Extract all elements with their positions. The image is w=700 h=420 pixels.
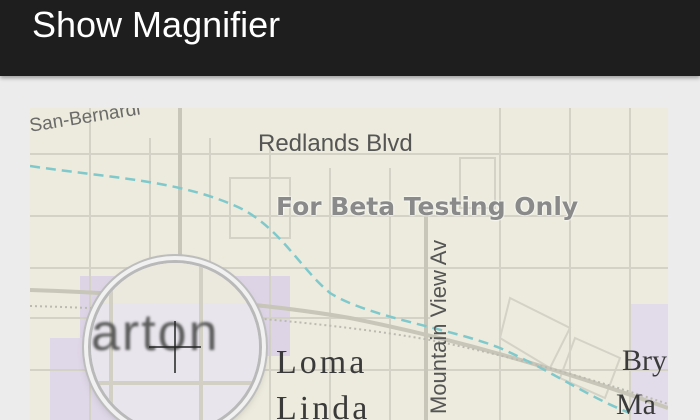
app-title: Show Magnifier [32,4,281,45]
magnifier-lens[interactable]: arton [88,260,262,420]
beta-watermark: For Beta Testing Only [276,192,579,221]
label-loma: Loma [276,344,368,381]
label-bry: Bry [622,344,667,377]
label-ma: Ma [616,388,656,420]
map-view[interactable]: San-Bernardi Redlands Blvd Mountain View… [30,108,668,420]
label-mountain-view-av: Mountain View Av [426,239,451,414]
label-redlands-blvd: Redlands Blvd [258,130,413,157]
label-linda: Linda [276,390,371,420]
app-bar: Show Magnifier [0,0,700,76]
crosshair-icon [149,321,201,373]
